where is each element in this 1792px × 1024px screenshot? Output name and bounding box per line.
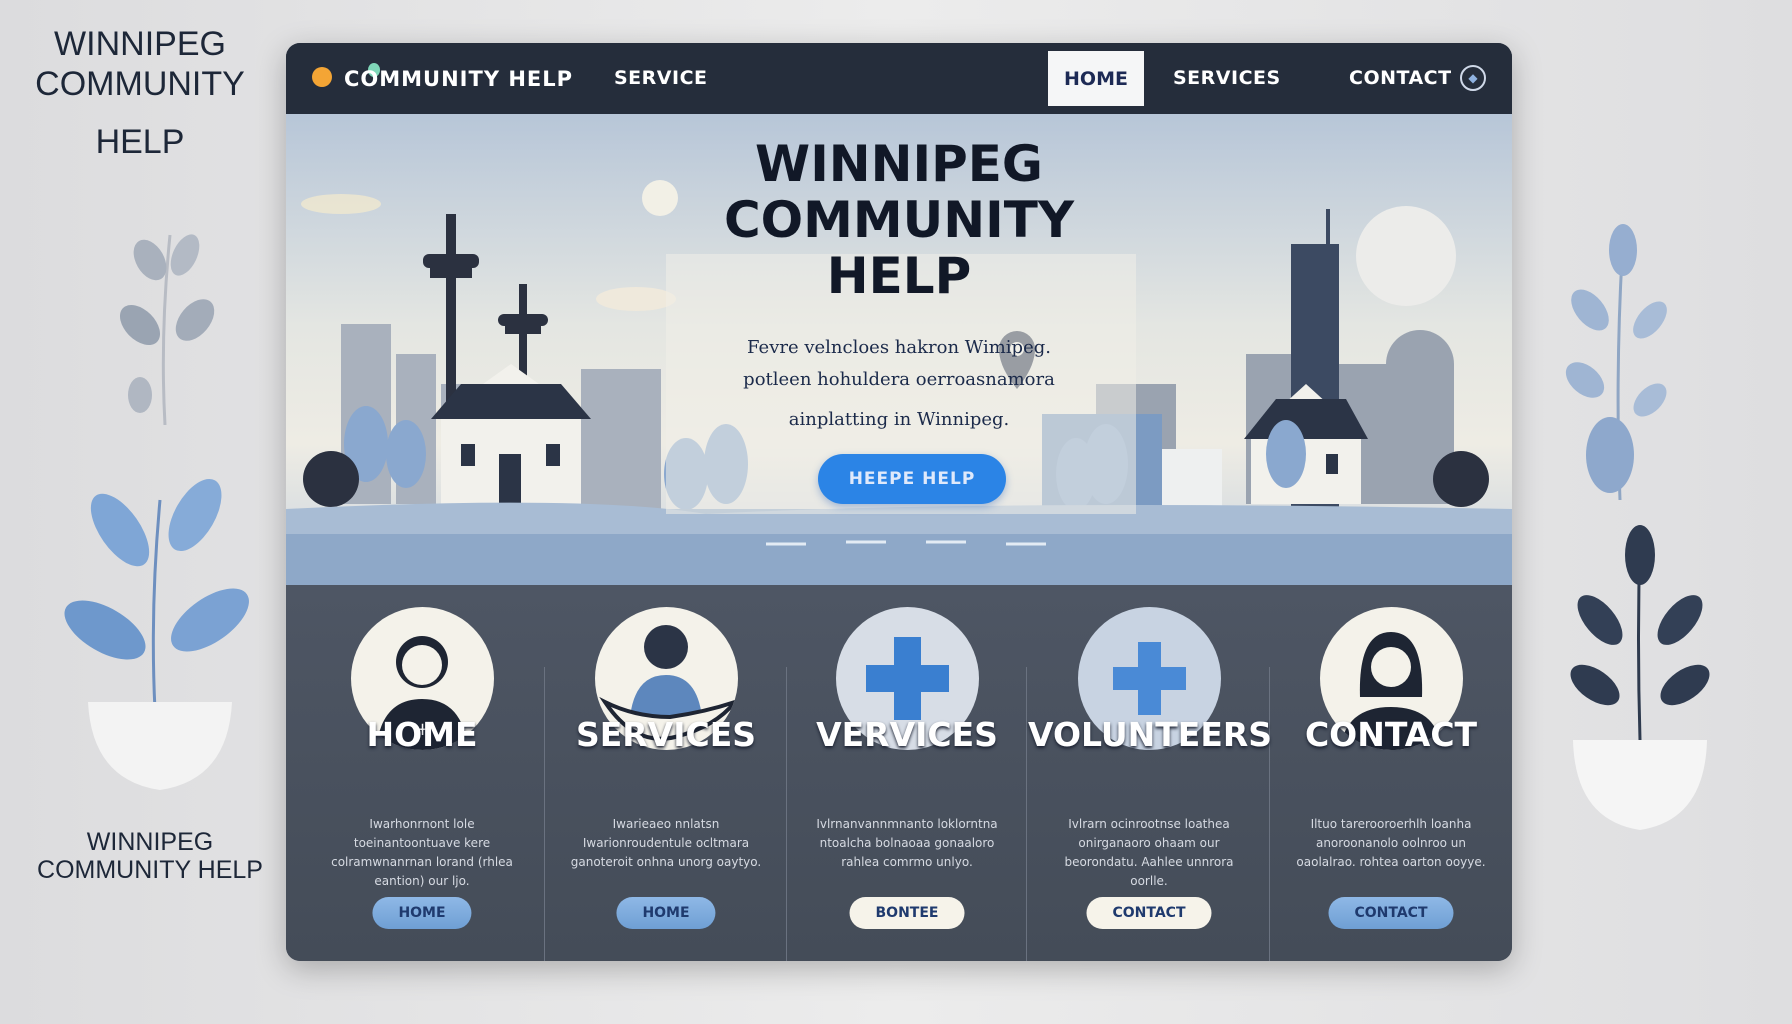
hero-text-line: Fevre velncloes hakron Wimipeg. xyxy=(747,337,1051,358)
card-button[interactable]: HOME xyxy=(616,897,716,929)
card-title: SERVICES xyxy=(575,715,757,754)
nav-services[interactable]: SERVICES xyxy=(1173,67,1281,89)
card-title: CONTACT xyxy=(1304,715,1478,754)
location-icon[interactable]: ◆ xyxy=(1460,65,1486,91)
card-text: Iwarhonrnont lole toeinantoontuave kere … xyxy=(331,817,513,888)
side-bottom-line: WINNIPEG xyxy=(86,828,214,856)
card-text: Iwarieaeo nnlatsn Iwarionroudentule oclt… xyxy=(570,817,762,869)
card-vervices: VERVICES Ivlrnanvannmnanto loklorntna nt… xyxy=(786,585,1028,961)
hero-text-line: potleen hohuldera oerroasnamora xyxy=(743,369,1055,390)
nav-home[interactable]: HOME xyxy=(1048,51,1144,106)
card-text: Ivlrarn ocinrootnse loathea onirganaoro … xyxy=(1064,817,1234,888)
side-title: WINNIPEG COMMUNITY HELP xyxy=(20,24,260,162)
hero-text-line: ainplatting in Winnipeg. xyxy=(788,409,1010,430)
card-text: Ivlrnanvannmnanto loklorntna ntoalcha bo… xyxy=(816,817,998,869)
card-home: + HOME Iwarhonrnont lole toeinantoontuav… xyxy=(301,585,543,961)
card-volunteers: VOLUNTEERS Ivlrarn ocinrootnse loathea o… xyxy=(1028,585,1273,961)
plant-left-top-icon xyxy=(119,234,215,425)
hero-title-line: COMMUNITY xyxy=(723,191,1075,249)
card-button[interactable]: HOME xyxy=(372,897,472,929)
plant-pot-left-icon xyxy=(64,478,249,790)
hero-title-line: HELP xyxy=(826,247,972,305)
card-button[interactable]: CONTACT xyxy=(1086,897,1212,929)
top-nav-bar: COMMUNITY HELP SERVICE HOME SERVICES CON… xyxy=(286,43,1512,114)
side-bottom-title: WINNIPEG COMMUNITY HELP xyxy=(30,828,270,884)
side-title-line: COMMUNITY xyxy=(35,65,245,103)
plant-right-top-icon xyxy=(1565,224,1667,500)
card-button[interactable]: BONTEE xyxy=(849,897,965,929)
logo-icon xyxy=(312,67,332,87)
card-button[interactable]: CONTACT xyxy=(1328,897,1454,929)
side-bottom-line: COMMUNITY HELP xyxy=(37,856,263,884)
side-title-line: HELP xyxy=(95,123,185,161)
card-services: SERVICES Iwarieaeo nnlatsn Iwarionrouden… xyxy=(545,585,787,961)
services-cards-section: + HOME Iwarhonrnont lole toeinantoontuav… xyxy=(286,585,1512,961)
hero-title: WINNIPEG COMMUNITY HELP xyxy=(586,136,1212,304)
hero-section: WINNIPEG COMMUNITY HELP Fevre velncloes … xyxy=(286,114,1512,585)
card-title: VOLUNTEERS xyxy=(1028,715,1273,754)
website-window: COMMUNITY HELP SERVICE HOME SERVICES CON… xyxy=(286,43,1512,961)
brand-link[interactable]: COMMUNITY HELP xyxy=(344,67,573,91)
card-title: HOME xyxy=(366,715,478,754)
card-title: VERVICES xyxy=(816,715,998,754)
card-text: Iltuo tarerooroerhlh loanha anoroonanolo… xyxy=(1296,817,1486,869)
nav-contact[interactable]: CONTACT xyxy=(1349,67,1452,89)
plant-pot-right-icon xyxy=(1570,525,1710,830)
get-help-button[interactable]: HEEPE HELP xyxy=(818,454,1006,504)
side-title-line: WINNIPEG xyxy=(54,25,226,63)
hero-description: Fevre velncloes hakron Wimipeg. potleen … xyxy=(676,332,1122,436)
hero-title-line: WINNIPEG xyxy=(755,135,1043,193)
nav-service[interactable]: SERVICE xyxy=(614,67,708,89)
card-contact: CONTACT Iltuo tarerooroerhlh loanha anor… xyxy=(1270,585,1512,961)
